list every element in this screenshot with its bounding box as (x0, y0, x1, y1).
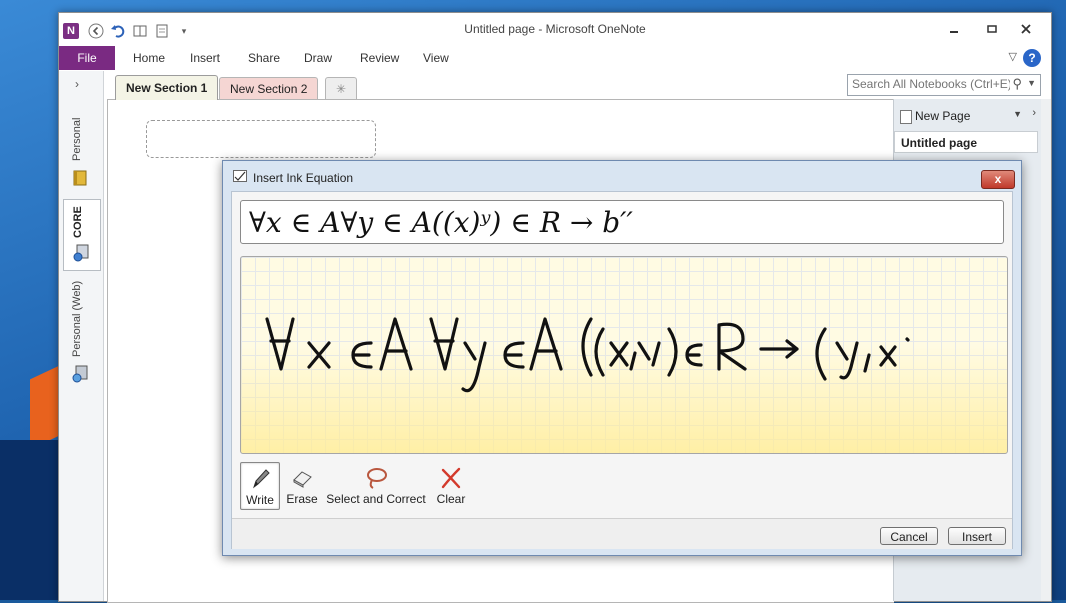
notebook-network-icon (72, 244, 90, 262)
clear-tool-label: Clear (436, 492, 466, 506)
dialog-close-button[interactable]: x (981, 170, 1015, 189)
window-title: Untitled page - Microsoft OneNote (464, 22, 646, 36)
tab-file[interactable]: File (59, 46, 115, 70)
equation-preview: ∀x ∈ A∀y ∈ A((x)ʸ) ∈ R → b′′ (240, 200, 1004, 244)
collapse-pages-icon[interactable]: › (1032, 107, 1036, 119)
ink-writing-area[interactable] (240, 256, 1008, 454)
erase-tool-button[interactable]: Erase (284, 462, 320, 508)
clear-x-icon (441, 467, 461, 489)
select-and-correct-tool-button[interactable]: Select and Correct (326, 462, 426, 508)
pen-icon (253, 469, 270, 489)
page-title-box[interactable] (146, 120, 376, 158)
ribbon-collapse-icon[interactable]: ▽ (1009, 50, 1017, 63)
dialog-title-bar: Insert Ink Equation x (223, 161, 1021, 189)
notebook-pane: › Personal CORE Personal (Web) (59, 71, 104, 601)
notebook-label: Personal (71, 117, 83, 161)
tab-draw[interactable]: Draw (304, 46, 332, 70)
restore-icon[interactable] (977, 19, 1007, 39)
close-window-icon[interactable] (1011, 19, 1041, 39)
new-page-icon (900, 109, 912, 124)
notebook-label: Personal (Web) (71, 280, 83, 357)
page-tab-untitled[interactable]: Untitled page (894, 131, 1038, 153)
search-icon[interactable]: ⚲ (1012, 76, 1022, 92)
ink-tools: Write Erase Select and Correct Clear (240, 462, 640, 510)
lasso-icon (367, 468, 387, 489)
title-bar: N ▾ Untitled page - Microsoft OneNote (59, 13, 1051, 45)
tab-review[interactable]: Review (360, 46, 399, 70)
clear-tool-button[interactable]: Clear (432, 462, 470, 508)
dialog-title: Insert Ink Equation (253, 171, 354, 185)
notebook-core[interactable]: CORE (63, 199, 101, 271)
desktop-decoration (0, 440, 60, 600)
section-tabs: New Section 1 New Section 2 ✳ (103, 71, 893, 100)
help-icon[interactable]: ? (1023, 49, 1041, 67)
expand-navigation-icon[interactable]: › (75, 77, 79, 91)
section-tab-new-section-2[interactable]: New Section 2 (219, 77, 319, 100)
new-page-dropdown-icon[interactable]: ▼ (1013, 109, 1022, 119)
ribbon-tabs: File Home Insert Share Draw Review View … (59, 46, 1051, 70)
search-scope-dropdown-icon[interactable]: ▼ (1027, 78, 1036, 88)
notebook-label: CORE (72, 206, 84, 238)
new-page-button[interactable]: New Page (900, 107, 970, 125)
tab-home[interactable]: Home (133, 46, 165, 70)
select-and-correct-label: Select and Correct (326, 492, 426, 506)
notebook-personal-web[interactable]: Personal (Web) (63, 277, 99, 387)
insert-button[interactable]: Insert (948, 527, 1006, 545)
erase-tool-label: Erase (286, 492, 318, 506)
dialog-footer: Cancel Insert (232, 518, 1012, 549)
cancel-button[interactable]: Cancel (880, 527, 938, 545)
minimize-icon[interactable] (939, 19, 969, 39)
tab-share[interactable]: Share (248, 46, 280, 70)
write-tool-button[interactable]: Write (240, 462, 280, 510)
new-section-tab-icon[interactable]: ✳ (325, 77, 357, 100)
insert-ink-equation-dialog: Insert Ink Equation x ∀x ∈ A∀y ∈ A((x)ʸ)… (222, 160, 1022, 556)
notebook-yellow-icon (71, 169, 89, 187)
tab-insert[interactable]: Insert (190, 46, 220, 70)
dialog-body: ∀x ∈ A∀y ∈ A((x)ʸ) ∈ R → b′′ Write Erase… (231, 191, 1013, 549)
tab-view[interactable]: View (423, 46, 449, 70)
vertical-scrollbar[interactable] (1041, 99, 1051, 601)
write-tool-label: Write (246, 493, 274, 507)
ink-equation-icon (233, 170, 247, 182)
new-page-label: New Page (915, 109, 971, 123)
search-box[interactable]: ⚲ ▼ (847, 74, 1041, 96)
search-input[interactable] (848, 75, 1010, 93)
notebook-personal[interactable]: Personal (63, 101, 99, 191)
section-tab-new-section-1[interactable]: New Section 1 (115, 75, 219, 100)
eraser-icon (293, 471, 312, 488)
handwritten-equation-ink (265, 317, 910, 393)
notebook-web-icon (71, 365, 89, 383)
